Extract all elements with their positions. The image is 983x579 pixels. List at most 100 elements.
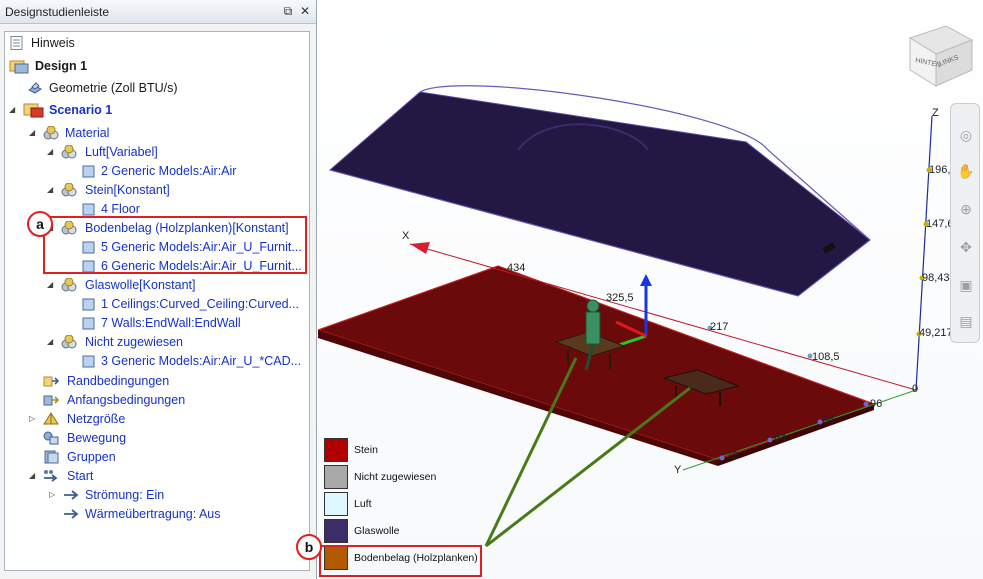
tree-item-waermeuebertragung[interactable]: Wärmeübertragung: Aus <box>63 505 309 523</box>
tree-item-nicht-zugewiesen[interactable]: ◢ Nicht zugewiesen <box>47 333 309 351</box>
z-axis-label: Z <box>932 107 939 119</box>
tree-label: 2 Generic Models:Air:Air <box>101 164 237 178</box>
tree-label: Gruppen <box>67 450 116 464</box>
tree-item-design[interactable]: Design 1 <box>9 57 309 75</box>
design-folder-icon <box>9 60 29 74</box>
tree-item-netzgroesse[interactable]: ▷ Netzgröße <box>29 410 309 428</box>
tree-label: Hinweis <box>31 36 75 50</box>
legend-label: Stein <box>354 444 378 456</box>
tree-label: Netzgröße <box>67 412 126 426</box>
groups-icon <box>44 450 59 464</box>
scenario-icon <box>23 103 44 118</box>
legend-item: Luft <box>324 492 484 516</box>
tree-item-randbedingungen[interactable]: Randbedingungen <box>43 372 309 390</box>
solve-icon <box>44 470 58 482</box>
tree-item-glaswolle[interactable]: ◢ Glaswolle[Konstant] <box>47 276 309 294</box>
material-icon <box>61 335 77 349</box>
tree-item-material[interactable]: ◢ Material <box>29 124 309 142</box>
tree-item-luft-part[interactable]: 2 Generic Models:Air:Air <box>81 162 309 180</box>
collapse-icon[interactable]: ◢ <box>47 143 57 161</box>
part-icon <box>82 203 95 216</box>
collapse-icon[interactable]: ◢ <box>47 333 57 351</box>
heat-transfer-arrow-icon <box>64 509 79 519</box>
part-icon <box>82 165 95 178</box>
tree-label: 1 Ceilings:Curved_Ceiling:Curved... <box>101 297 300 311</box>
collapse-icon[interactable]: ◢ <box>47 181 57 199</box>
collapse-icon[interactable]: ◢ <box>47 276 57 294</box>
panel-header: Designstudienleiste ⧉ ✕ <box>0 0 316 24</box>
look-icon[interactable]: ▣ <box>957 276 975 294</box>
tree-item-start[interactable]: ◢ Start <box>29 467 309 485</box>
design-study-bar: Designstudienleiste ⧉ ✕ Hinweis Design 1… <box>0 0 317 579</box>
geometry-icon <box>28 82 42 94</box>
y-tick: 96 <box>870 398 883 410</box>
tree-label: Geometrie (Zoll BTU/s) <box>49 81 178 95</box>
x-tick: 434 <box>507 262 526 274</box>
part-icon <box>82 355 95 368</box>
tree-label: Wärmeübertragung: Aus <box>85 507 221 521</box>
tree-item-stroemung[interactable]: ▷ Strömung: Ein <box>49 486 309 504</box>
tree-item-geometrie[interactable]: Geometrie (Zoll BTU/s) <box>27 79 307 97</box>
expand-icon[interactable]: ▷ <box>29 410 39 428</box>
tree-item-nicht-zugewiesen-part[interactable]: 3 Generic Models:Air:Air_U_*CAD... <box>81 352 309 370</box>
design-tree[interactable]: Hinweis Design 1 Geometrie (Zoll BTU/s) … <box>4 31 310 571</box>
legend-swatch <box>324 492 348 516</box>
tree-label: Material <box>65 126 110 140</box>
x-tick: 108,5 <box>812 351 840 363</box>
show-motion-icon[interactable]: ▤ <box>957 312 975 330</box>
part-icon <box>82 298 95 311</box>
legend-item: Nicht zugewiesen <box>324 465 484 489</box>
tree-label: Glaswolle[Konstant] <box>85 278 196 292</box>
material-icon <box>43 126 59 140</box>
curved-roof <box>328 85 871 297</box>
material-icon <box>61 183 77 197</box>
tree-label: Strömung: Ein <box>85 488 165 502</box>
legend-item: Glaswolle <box>324 519 484 543</box>
tree-item-glaswolle-part-1[interactable]: 1 Ceilings:Curved_Ceiling:Curved... <box>81 295 309 313</box>
navigation-bar: ◎ ✋ ⊕ ✥ ▣ ▤ <box>950 103 980 343</box>
pan-hand-icon[interactable]: ✋ <box>957 162 975 180</box>
orbit-icon[interactable]: ✥ <box>957 238 975 256</box>
tree-label: Anfangsbedingungen <box>67 393 186 407</box>
tree-item-luft[interactable]: ◢ Luft[Variabel] <box>47 143 309 161</box>
boundary-conditions-icon <box>43 376 59 387</box>
tree-item-stein[interactable]: ◢ Stein[Konstant] <box>47 181 309 199</box>
flow-arrow-icon <box>64 490 79 500</box>
3d-viewport[interactable]: HINTEN LINKS Z X Y 196,869 147,652 98,43… <box>296 0 983 579</box>
y-axis-label: Y <box>674 464 682 476</box>
expand-icon[interactable]: ▷ <box>49 486 59 504</box>
zoom-icon[interactable]: ⊕ <box>957 200 975 218</box>
legend-item: Stein <box>324 438 484 462</box>
close-icon[interactable]: ✕ <box>298 4 312 18</box>
tree-item-gruppen[interactable]: Gruppen <box>43 448 309 466</box>
z-tick: 0 <box>912 383 919 395</box>
collapse-icon[interactable]: ◢ <box>9 101 19 119</box>
callout-b-box <box>319 545 482 577</box>
tree-item-scenario[interactable]: ◢ Scenario 1 <box>9 101 309 119</box>
steering-wheel-icon[interactable]: ◎ <box>957 126 975 144</box>
tree-item-hinweis[interactable]: Hinweis <box>9 34 309 52</box>
z-axis <box>915 115 933 391</box>
y-tick: 36 <box>822 414 835 426</box>
material-icon <box>61 278 77 292</box>
tree-item-anfangsbedingungen[interactable]: Anfangsbedingungen <box>43 391 309 409</box>
legend-label: Glaswolle <box>354 525 400 537</box>
material-icon <box>61 145 77 159</box>
tree-item-glaswolle-part-7[interactable]: 7 Walls:EndWall:EndWall <box>81 314 309 332</box>
tree-label: 3 Generic Models:Air:Air_U_*CAD... <box>101 354 302 368</box>
floor-slab <box>318 265 876 466</box>
callout-b: b <box>296 534 322 560</box>
callout-a-box <box>43 216 307 274</box>
restore-window-icon[interactable]: ⧉ <box>281 4 295 18</box>
tree-item-bewegung[interactable]: Bewegung <box>43 429 309 447</box>
mesh-icon <box>43 412 59 425</box>
tree-label: 7 Walls:EndWall:EndWall <box>101 316 241 330</box>
x-tick: 325,5 <box>606 292 634 304</box>
x-axis-label: X <box>402 230 410 242</box>
view-cube[interactable]: HINTEN LINKS <box>908 25 974 87</box>
tree-label: Stein[Konstant] <box>85 183 170 197</box>
note-icon <box>10 36 23 50</box>
callout-a: a <box>27 211 53 237</box>
collapse-icon[interactable]: ◢ <box>29 124 39 142</box>
collapse-icon[interactable]: ◢ <box>29 467 39 485</box>
